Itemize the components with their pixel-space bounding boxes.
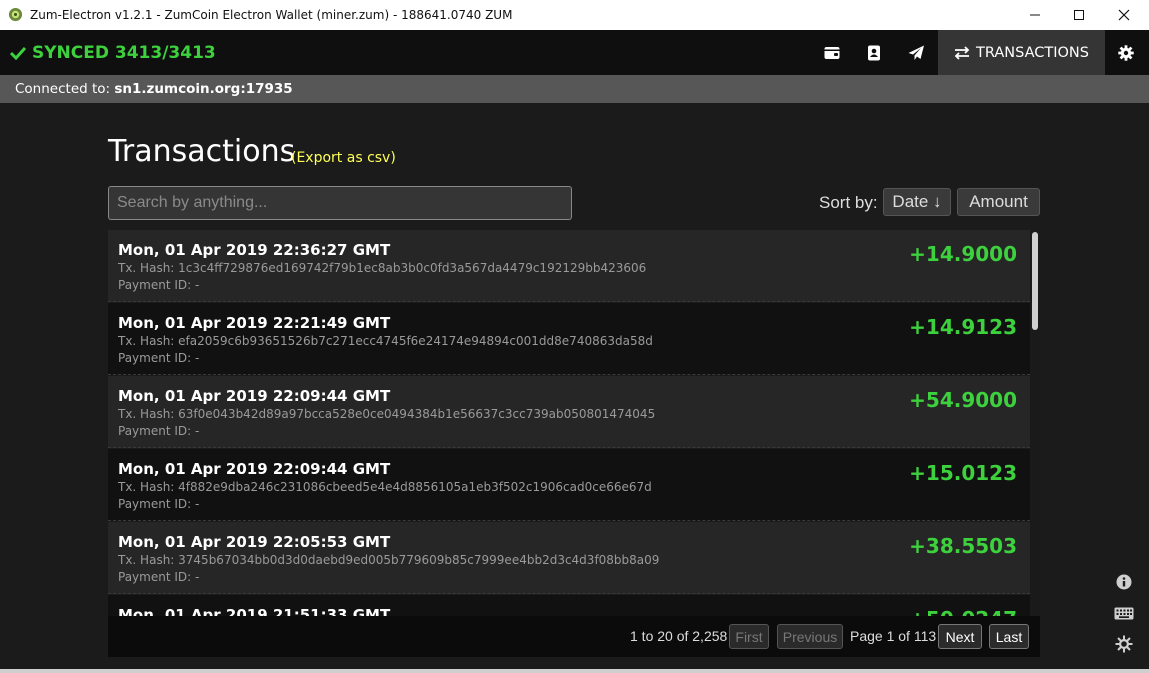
list-scrollbar-thumb[interactable] [1032, 232, 1038, 330]
pagination-bar: 1 to 20 of 2,258 First Previous Page 1 o… [108, 616, 1040, 657]
nav-transactions-label: TRANSACTIONS [976, 44, 1089, 61]
transaction-payment-id: Payment ID: - [118, 570, 200, 584]
page-title: Transactions [108, 134, 296, 169]
transaction-hash: Tx. Hash: 63f0e043b42d89a97bcca528e0ce04… [118, 407, 656, 421]
close-icon [1118, 9, 1130, 21]
search-input[interactable] [109, 187, 571, 219]
info-icon [1116, 574, 1132, 590]
nav-settings-button[interactable] [1108, 30, 1144, 75]
info-button[interactable] [1114, 572, 1134, 592]
transaction-hash: Tx. Hash: 3745b67034bb0d3d0daebd9ed005b7… [118, 553, 660, 567]
transaction-amount: +54.9000 [909, 388, 1017, 412]
maximize-icon [1074, 10, 1084, 20]
nav-transactions-tab[interactable]: TRANSACTIONS [938, 30, 1105, 75]
transaction-row[interactable]: Mon, 01 Apr 2019 22:21:49 GMT Tx. Hash: … [108, 303, 1030, 375]
window-titlebar: Zum-Electron v1.2.1 - ZumCoin Electron W… [0, 0, 1149, 30]
transaction-payment-id: Payment ID: - [118, 278, 200, 292]
pagination-next-button[interactable]: Next [938, 624, 982, 649]
transaction-date: Mon, 01 Apr 2019 22:09:44 GMT [118, 387, 391, 405]
maximize-button[interactable] [1056, 0, 1102, 30]
transaction-payment-id: Payment ID: - [118, 351, 200, 365]
transaction-row[interactable]: Mon, 01 Apr 2019 22:36:27 GMT Tx. Hash: … [108, 230, 1030, 302]
wallet-icon [824, 46, 840, 59]
transaction-row[interactable]: Mon, 01 Apr 2019 22:09:44 GMT Tx. Hash: … [108, 449, 1030, 521]
transaction-amount: +50.0247 [909, 607, 1017, 616]
pagination-first-button[interactable]: First [729, 624, 769, 649]
sort-label: Sort by: [819, 193, 878, 212]
connection-prefix: Connected to: [15, 81, 111, 97]
transaction-date: Mon, 01 Apr 2019 21:51:33 GMT [118, 606, 391, 616]
transaction-row[interactable]: Mon, 01 Apr 2019 22:05:53 GMT Tx. Hash: … [108, 522, 1030, 594]
top-navbar: SYNCED 3413/3413 TRANSACTIONS [0, 30, 1149, 75]
pagination-last-button[interactable]: Last [989, 624, 1029, 649]
check-icon [10, 46, 26, 60]
transaction-date: Mon, 01 Apr 2019 22:05:53 GMT [118, 533, 391, 551]
nav-wallet-button[interactable] [814, 30, 850, 75]
pagination-previous-button[interactable]: Previous [777, 624, 843, 649]
sort-amount-button[interactable]: Amount [957, 188, 1040, 216]
transaction-amount: +14.9123 [909, 315, 1017, 339]
transaction-date: Mon, 01 Apr 2019 22:09:44 GMT [118, 460, 391, 478]
transaction-hash: Tx. Hash: 4f882e9dba246c231086cbeed5e4e4… [118, 480, 652, 494]
transaction-date: Mon, 01 Apr 2019 22:21:49 GMT [118, 314, 391, 332]
keyboard-icon [1114, 607, 1134, 619]
app-logo-icon [8, 7, 23, 22]
minimize-button[interactable] [1012, 0, 1058, 30]
connection-bar: Connected to: sn1.zumcoin.org:17935 [0, 75, 1149, 103]
nav-send-button[interactable] [898, 30, 934, 75]
window-title: Zum-Electron v1.2.1 - ZumCoin Electron W… [30, 8, 513, 22]
transaction-amount: +15.0123 [909, 461, 1017, 485]
sync-status: SYNCED 3413/3413 [10, 43, 216, 63]
close-button[interactable] [1101, 0, 1147, 30]
sort-date-button[interactable]: Date ↓ [883, 188, 951, 216]
search-box [108, 186, 572, 220]
transaction-payment-id: Payment ID: - [118, 424, 200, 438]
keyboard-shortcuts-button[interactable] [1114, 603, 1134, 623]
pagination-page-label: Page 1 of 113 [850, 628, 937, 644]
transaction-hash: Tx. Hash: efa2059c6b93651526b7c271ecc474… [118, 334, 653, 348]
send-icon [908, 45, 924, 60]
transaction-row[interactable]: Mon, 01 Apr 2019 22:09:44 GMT Tx. Hash: … [108, 376, 1030, 448]
theme-toggle-button[interactable] [1114, 634, 1134, 654]
settings-icon [1118, 44, 1134, 61]
transaction-hash: Tx. Hash: 1c3c4ff729876ed169742f79b1ec8a… [118, 261, 647, 275]
transaction-payment-id: Payment ID: - [118, 497, 200, 511]
transaction-list: Mon, 01 Apr 2019 22:36:27 GMT Tx. Hash: … [108, 230, 1030, 616]
transaction-date: Mon, 01 Apr 2019 22:36:27 GMT [118, 241, 391, 259]
export-csv-link[interactable]: (Export as csv) [291, 150, 396, 166]
sync-status-text: SYNCED 3413/3413 [32, 43, 216, 63]
transaction-amount: +14.9000 [909, 242, 1017, 266]
window-bottom-border [0, 669, 1149, 673]
address-book-icon [868, 45, 880, 60]
connection-node: sn1.zumcoin.org:17935 [114, 81, 293, 97]
theme-icon [1115, 635, 1133, 653]
pagination-count: 1 to 20 of 2,258 [630, 628, 728, 644]
transaction-row[interactable]: Mon, 01 Apr 2019 21:51:33 GMT +50.0247 [108, 595, 1030, 616]
transaction-amount: +38.5503 [909, 534, 1017, 558]
transfer-icon [954, 45, 970, 60]
minimize-icon [1030, 14, 1040, 16]
nav-address-book-button[interactable] [856, 30, 892, 75]
